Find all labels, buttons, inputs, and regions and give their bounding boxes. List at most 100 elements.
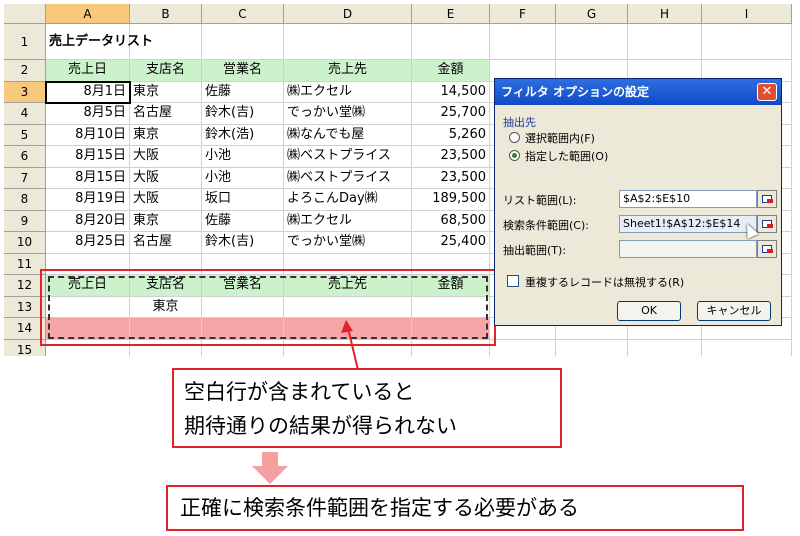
table-cell[interactable]: 8月10日 [46, 124, 130, 146]
table-cell[interactable]: 鈴木(浩) [202, 124, 284, 146]
cell-e1[interactable] [412, 24, 490, 60]
column-header-i[interactable]: I [702, 4, 792, 24]
table-cell[interactable]: 鈴木(吉) [202, 103, 284, 125]
cell-c15[interactable] [202, 339, 284, 356]
list-header-1[interactable]: 売上日 [46, 60, 130, 82]
table-cell[interactable]: 大阪 [130, 189, 202, 211]
table-cell[interactable]: 8月5日 [46, 103, 130, 125]
table-cell[interactable]: 小池 [202, 146, 284, 168]
table-cell[interactable]: 25,400 [412, 232, 490, 254]
table-cell[interactable]: 8月15日 [46, 146, 130, 168]
cell-h1[interactable] [628, 24, 702, 60]
table-cell[interactable]: 8月15日 [46, 167, 130, 189]
cell-c1[interactable] [202, 24, 284, 60]
cell-h15[interactable] [628, 339, 702, 356]
blank-criteria-row-cell[interactable] [202, 318, 284, 340]
cell-d1[interactable] [284, 24, 412, 60]
list-range-collapse-button[interactable] [757, 190, 777, 208]
table-cell[interactable]: 68,500 [412, 210, 490, 232]
cell-f1[interactable] [490, 24, 556, 60]
list-range-input[interactable]: $A$2:$E$10 [619, 190, 757, 208]
table-cell[interactable]: 名古屋 [130, 103, 202, 125]
row-header-10[interactable]: 10 [4, 232, 46, 254]
table-cell[interactable]: でっかい堂㈱ [284, 232, 412, 254]
criteria-header-4[interactable]: 売上先 [284, 275, 412, 297]
criteria-header-1[interactable]: 売上日 [46, 275, 130, 297]
row-header-7[interactable]: 7 [4, 167, 46, 189]
table-cell[interactable]: ㈱ベストプライス [284, 167, 412, 189]
table-cell[interactable]: 23,500 [412, 146, 490, 168]
row-header-6[interactable]: 6 [4, 146, 46, 168]
table-cell[interactable]: 東京 [130, 81, 202, 103]
column-header-b[interactable]: B [130, 4, 202, 24]
table-cell[interactable]: 坂口 [202, 189, 284, 211]
table-cell[interactable]: 189,500 [412, 189, 490, 211]
cell-i1[interactable] [702, 24, 792, 60]
row-header-13[interactable]: 13 [4, 296, 46, 318]
row-header-11[interactable]: 11 [4, 253, 46, 275]
close-button[interactable]: ✕ [757, 83, 777, 101]
table-cell[interactable]: 大阪 [130, 146, 202, 168]
table-cell[interactable]: 小池 [202, 167, 284, 189]
list-header-2[interactable]: 支店名 [130, 60, 202, 82]
cell-g1[interactable] [556, 24, 628, 60]
output-range-input[interactable] [619, 240, 757, 258]
cell-d11[interactable] [284, 253, 412, 275]
criteria-header-2[interactable]: 支店名 [130, 275, 202, 297]
table-cell[interactable]: 鈴木(吉) [202, 232, 284, 254]
criteria-value-branch[interactable]: 東京 [130, 296, 202, 318]
criteria-header-3[interactable]: 営業名 [202, 275, 284, 297]
row-header-5[interactable]: 5 [4, 124, 46, 146]
list-header-4[interactable]: 売上先 [284, 60, 412, 82]
column-header-h[interactable]: H [628, 4, 702, 24]
table-cell[interactable]: 23,500 [412, 167, 490, 189]
table-cell[interactable]: 8月25日 [46, 232, 130, 254]
cell-g15[interactable] [556, 339, 628, 356]
table-cell[interactable]: 8月20日 [46, 210, 130, 232]
column-header-a[interactable]: A [46, 4, 130, 24]
output-range-collapse-button[interactable] [757, 240, 777, 258]
table-cell[interactable]: 8月19日 [46, 189, 130, 211]
table-cell[interactable]: 14,500 [412, 81, 490, 103]
cell-a13[interactable] [46, 296, 130, 318]
cell-f15[interactable] [490, 339, 556, 356]
table-cell[interactable]: 東京 [130, 210, 202, 232]
list-header-5[interactable]: 金額 [412, 60, 490, 82]
table-cell[interactable]: でっかい堂㈱ [284, 103, 412, 125]
row-header-2[interactable]: 2 [4, 60, 46, 82]
sheet-title[interactable]: 売上データリスト [46, 24, 202, 60]
cell-d13[interactable] [284, 296, 412, 318]
table-cell[interactable]: 5,260 [412, 124, 490, 146]
ok-button[interactable]: OK [617, 301, 681, 321]
table-cell[interactable]: 佐藤 [202, 210, 284, 232]
criteria-range-collapse-button[interactable] [757, 215, 777, 233]
blank-criteria-row-cell[interactable] [46, 318, 130, 340]
cell-a11[interactable] [46, 253, 130, 275]
column-header-e[interactable]: E [412, 4, 490, 24]
radio-in-place[interactable] [509, 132, 520, 143]
cell-b15[interactable] [130, 339, 202, 356]
blank-criteria-row-cell[interactable] [130, 318, 202, 340]
cell-c11[interactable] [202, 253, 284, 275]
table-cell[interactable]: 佐藤 [202, 81, 284, 103]
row-header-1[interactable]: 1 [4, 24, 46, 60]
table-cell[interactable]: 8月1日 [46, 81, 130, 103]
table-cell[interactable]: ㈱エクセル [284, 81, 412, 103]
row-header-4[interactable]: 4 [4, 103, 46, 125]
cell-c13[interactable] [202, 296, 284, 318]
row-header-14[interactable]: 14 [4, 318, 46, 340]
row-header-3[interactable]: 3 [4, 81, 46, 103]
column-header-f[interactable]: F [490, 4, 556, 24]
cell-e13[interactable] [412, 296, 490, 318]
row-header-12[interactable]: 12 [4, 275, 46, 297]
select-all-corner[interactable] [4, 4, 46, 24]
unique-records-checkbox[interactable] [507, 275, 519, 287]
cancel-button[interactable]: キャンセル [697, 301, 771, 321]
row-header-8[interactable]: 8 [4, 189, 46, 211]
table-cell[interactable]: よろこんDay㈱ [284, 189, 412, 211]
blank-criteria-row-cell[interactable] [412, 318, 490, 340]
table-cell[interactable]: ㈱エクセル [284, 210, 412, 232]
criteria-header-5[interactable]: 金額 [412, 275, 490, 297]
table-cell[interactable]: ㈱ベストプライス [284, 146, 412, 168]
cell-e11[interactable] [412, 253, 490, 275]
